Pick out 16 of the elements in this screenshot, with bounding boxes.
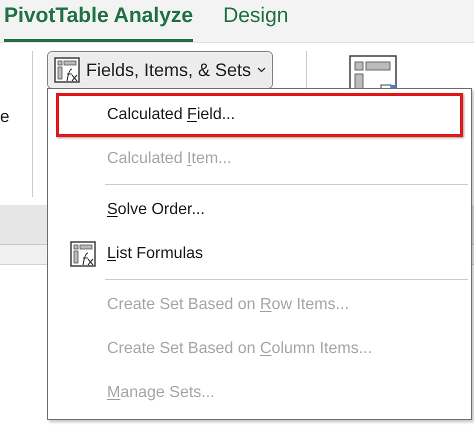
menu-item-label: Create Set Based on Row Items... xyxy=(107,295,349,315)
chevron-down-icon xyxy=(257,67,266,73)
fields-items-sets-button[interactable]: Fields, Items, & Sets xyxy=(47,51,274,89)
ribbon-label: e xyxy=(0,106,10,128)
menu-item[interactable]: List Formulas xyxy=(56,232,463,276)
ribbon-tab[interactable]: Design xyxy=(223,0,288,42)
ribbon-tab[interactable]: PivotTable Analyze xyxy=(4,0,194,42)
formula-table-icon xyxy=(54,57,80,83)
menu-item-label: Manage Sets... xyxy=(107,383,215,403)
menu-item-label: List Formulas xyxy=(107,244,204,264)
menu-item-label: Solve Order... xyxy=(107,200,205,220)
menu-item-label: Create Set Based on Column Items... xyxy=(107,339,372,359)
menu-item[interactable]: Calculated Field... xyxy=(56,93,463,137)
menu-item-label: Calculated Item... xyxy=(107,149,232,169)
menu-item[interactable]: Solve Order... xyxy=(56,188,463,232)
menu-item-label: Calculated Field... xyxy=(107,105,236,125)
